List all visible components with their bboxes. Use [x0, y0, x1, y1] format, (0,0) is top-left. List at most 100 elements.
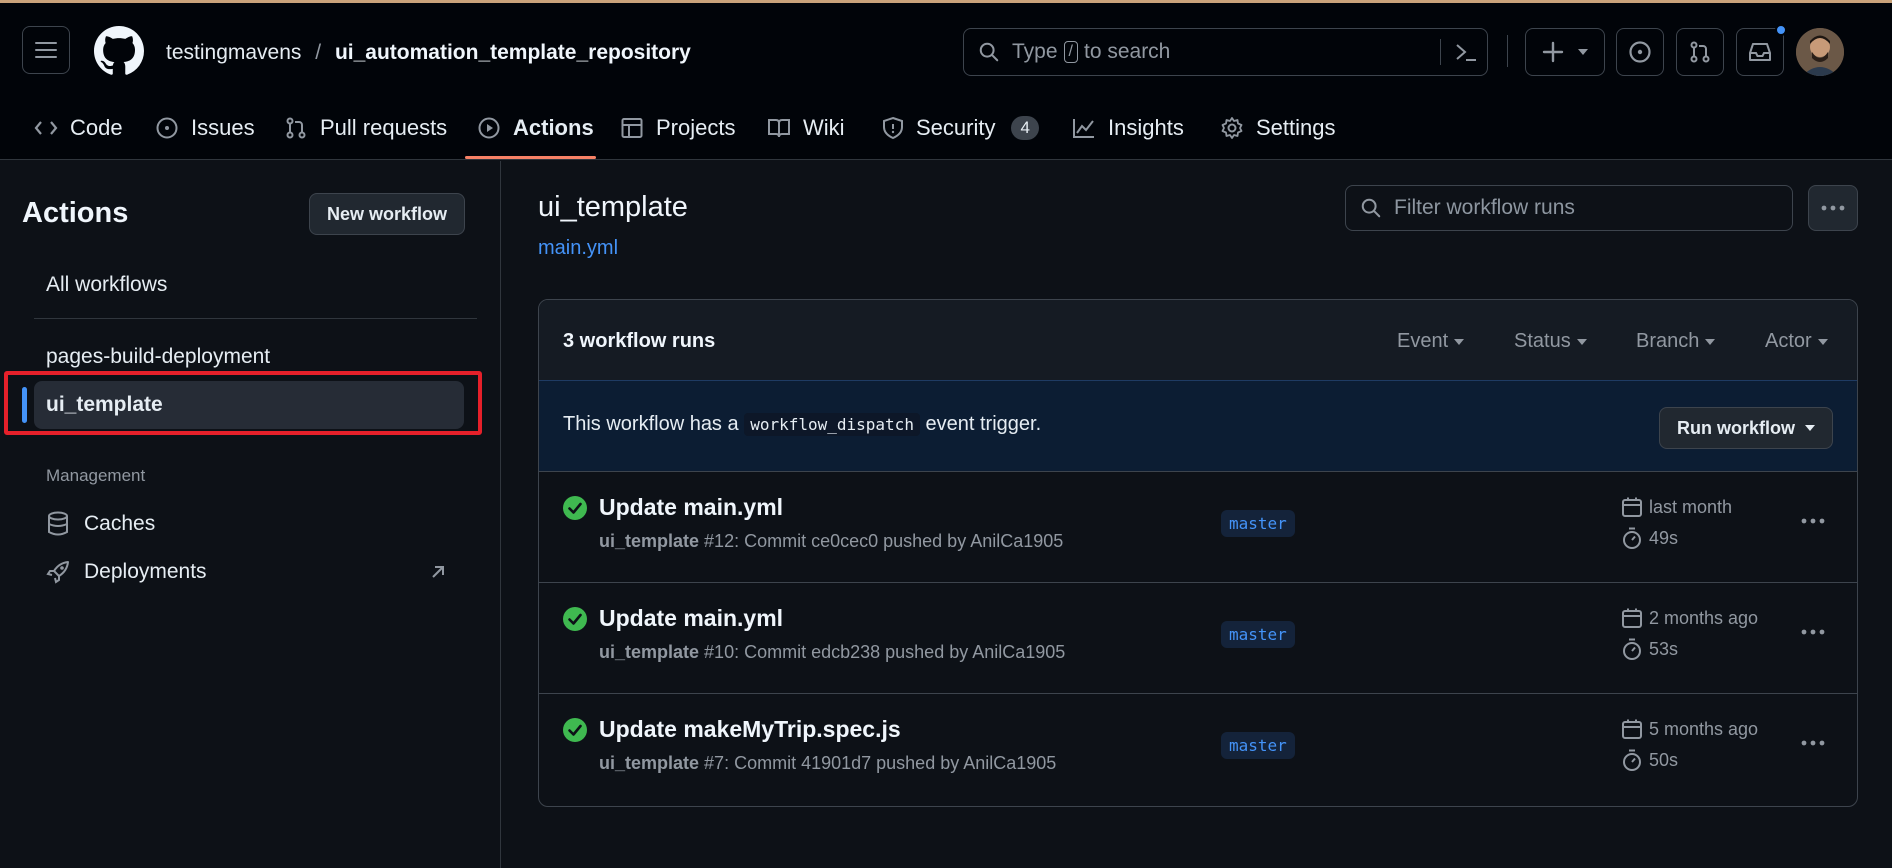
stopwatch-icon	[1623, 527, 1641, 549]
actor-filter[interactable]: Actor	[1765, 330, 1828, 353]
plus-icon	[1542, 41, 1564, 63]
create-new-button[interactable]	[1525, 28, 1605, 76]
chevron-down-icon	[1454, 338, 1465, 345]
run-workflow-label: Run workflow	[1677, 417, 1795, 438]
github-logo-icon[interactable]	[94, 26, 144, 76]
calendar-icon	[1622, 497, 1642, 517]
runs-count: 3 workflow runs	[563, 330, 716, 352]
inbox-button[interactable]	[1736, 28, 1784, 76]
tab-actions[interactable]: Actions	[477, 108, 594, 148]
management-heading: Management	[46, 466, 146, 485]
tab-settings[interactable]: Settings	[1220, 108, 1336, 148]
run-date-text: last month	[1649, 496, 1733, 517]
branch-label[interactable]: master	[1221, 621, 1295, 648]
filter-label: Event	[1397, 330, 1449, 352]
sidebar-item-label: Caches	[84, 512, 156, 535]
more-options-button[interactable]	[1808, 185, 1858, 231]
run-title-link[interactable]: Update main.yml	[599, 494, 783, 521]
command-palette-icon[interactable]	[1454, 41, 1478, 63]
run-title-link[interactable]: Update makeMyTrip.spec.js	[599, 716, 901, 743]
active-tab-underline	[465, 156, 596, 159]
play-icon	[478, 117, 500, 139]
tab-label: Wiki	[803, 115, 845, 140]
stopwatch-icon	[1623, 638, 1641, 660]
tab-label: Projects	[656, 115, 736, 140]
pull-request-icon	[1690, 41, 1710, 63]
global-header: testingmavens / ui_automation_template_r…	[0, 3, 1892, 160]
dispatch-prefix: This workflow has a	[563, 413, 739, 435]
workflow-run-row[interactable]: Update makeMyTrip.spec.js ui_template #7…	[539, 694, 1857, 805]
graph-icon	[1073, 119, 1094, 138]
sidebar-title: Actions	[22, 197, 129, 229]
tab-code[interactable]: Code	[34, 108, 123, 148]
tab-label: Actions	[513, 115, 594, 140]
run-commit-detail: #12: Commit ce0cec0 pushed by AnilCa1905	[704, 531, 1064, 551]
run-detail: ui_template #7: Commit 41901d7 pushed by…	[599, 753, 1056, 774]
issue-opened-icon	[1629, 41, 1651, 63]
menu-button[interactable]	[22, 26, 70, 74]
tab-issues[interactable]: Issues	[155, 108, 255, 148]
filter-workflow-runs-input[interactable]: Filter workflow runs	[1345, 185, 1793, 231]
run-workflow-button[interactable]: Run workflow	[1659, 407, 1833, 449]
search-placeholder-suffix: to search	[1083, 40, 1171, 63]
run-workflow-name: ui_template	[599, 753, 700, 773]
run-duration-text: 50s	[1649, 749, 1679, 770]
tab-label: Code	[70, 115, 123, 140]
workflow-run-row[interactable]: Update main.yml ui_template #12: Commit …	[539, 472, 1857, 583]
run-commit-detail: #10: Commit edcb238 pushed by AnilCa1905	[704, 642, 1066, 662]
sidebar-item-caches[interactable]: Caches	[34, 500, 464, 548]
breadcrumb-separator: /	[315, 41, 322, 64]
issues-button[interactable]	[1616, 28, 1664, 76]
run-date-text: 2 months ago	[1649, 607, 1759, 628]
database-icon	[48, 511, 68, 536]
status-filter[interactable]: Status	[1514, 330, 1587, 353]
workflow-run-row[interactable]: Update main.yml ui_template #10: Commit …	[539, 583, 1857, 694]
filter-label: Branch	[1636, 330, 1700, 352]
branch-label[interactable]: master	[1221, 732, 1295, 759]
tab-insights[interactable]: Insights	[1072, 108, 1184, 148]
event-filter[interactable]: Event	[1397, 330, 1465, 353]
tab-label: Settings	[1256, 115, 1336, 140]
gear-icon	[1221, 117, 1243, 139]
chevron-down-icon	[1705, 338, 1716, 345]
sidebar-item-all-workflows[interactable]: All workflows	[34, 261, 464, 309]
highlight-box	[4, 371, 482, 435]
chevron-down-icon	[1817, 338, 1828, 345]
branch-filter[interactable]: Branch	[1636, 330, 1716, 353]
pull-request-icon	[286, 117, 306, 139]
workflow-runs-panel: 3 workflow runs Event Status Branch Acto…	[538, 299, 1858, 807]
owner-link[interactable]: testingmavens	[166, 41, 301, 64]
calendar-icon	[1622, 719, 1642, 739]
kebab-horizontal-icon[interactable]	[1801, 518, 1825, 524]
runs-header: 3 workflow runs Event Status Branch Acto…	[539, 300, 1857, 380]
run-workflow-name: ui_template	[599, 531, 700, 551]
run-duration-text: 49s	[1649, 527, 1679, 548]
tab-pull-requests[interactable]: Pull requests	[284, 108, 447, 148]
tab-label: Security	[916, 115, 996, 140]
run-title-link[interactable]: Update main.yml	[599, 605, 783, 632]
check-circle-fill-icon	[563, 496, 587, 520]
avatar[interactable]	[1796, 28, 1844, 76]
search-icon	[979, 42, 999, 62]
branch-label[interactable]: master	[1221, 510, 1295, 537]
search-placeholder-prefix: Type	[1012, 40, 1058, 63]
workflow-file-link[interactable]: main.yml	[538, 237, 618, 260]
kebab-horizontal-icon[interactable]	[1801, 740, 1825, 746]
tab-security[interactable]: Security 4	[882, 108, 1039, 148]
repo-link[interactable]: ui_automation_template_repository	[335, 41, 691, 64]
tab-projects[interactable]: Projects	[620, 108, 735, 148]
sidebar-item-deployments[interactable]: Deployments	[34, 548, 464, 596]
sidebar-divider	[34, 318, 477, 319]
global-search-input[interactable]: Type / to search	[963, 28, 1488, 76]
repo-breadcrumb: testingmavens / ui_automation_template_r…	[166, 41, 691, 65]
tab-label: Insights	[1108, 115, 1184, 140]
tab-wiki[interactable]: Wiki	[767, 108, 845, 148]
run-date: last month	[1621, 496, 1732, 518]
run-commit-detail: #7: Commit 41901d7 pushed by AnilCa1905	[704, 753, 1057, 773]
kebab-horizontal-icon[interactable]	[1801, 629, 1825, 635]
tab-label: Pull requests	[320, 115, 448, 140]
chevron-down-icon	[1576, 338, 1587, 345]
code-icon	[34, 121, 58, 135]
new-workflow-button[interactable]: New workflow	[309, 193, 465, 235]
pull-requests-button[interactable]	[1676, 28, 1724, 76]
